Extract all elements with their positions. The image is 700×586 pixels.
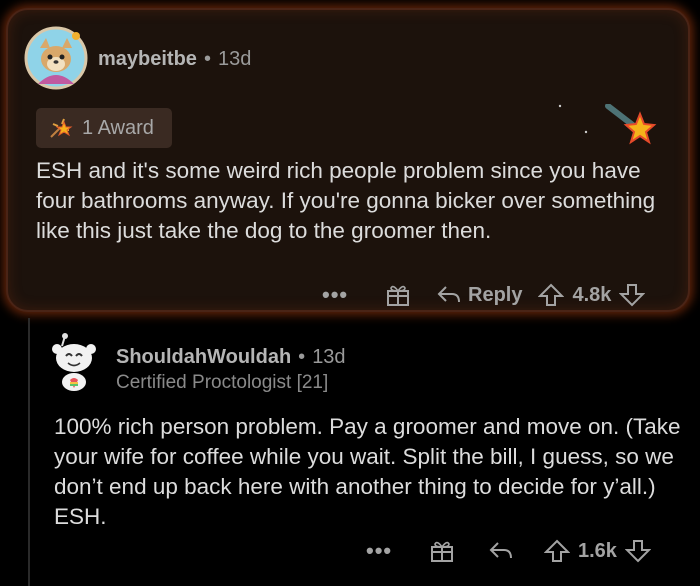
separator-dot: • [203, 48, 211, 70]
username[interactable]: ShouldahWouldah [116, 346, 291, 369]
reply-icon[interactable] [488, 540, 514, 562]
award-icon [50, 118, 73, 138]
score: 4.8k [572, 283, 612, 306]
more-options-button[interactable]: ••• [366, 538, 412, 564]
comment-age: 13d [217, 48, 252, 70]
separator-dot: • [298, 346, 306, 368]
upvote-icon[interactable] [538, 283, 565, 307]
star-sparkle-icon [558, 104, 657, 145]
reply-label: Reply [468, 283, 523, 306]
comment-age: 13d [312, 346, 346, 368]
user-flair: Certified Proctologist [21] [116, 372, 329, 393]
gift-icon[interactable] [428, 538, 456, 564]
thread-line[interactable] [28, 318, 30, 586]
downvote-icon[interactable] [619, 283, 646, 307]
comment-body: 100% rich person problem. Pay a groomer … [54, 414, 681, 529]
reply-icon [437, 286, 460, 303]
username[interactable]: maybeitbe [98, 48, 197, 71]
comment-meta: maybeitbe • 13d [98, 48, 251, 71]
comment-body: ESH and it's some weird rich people prob… [36, 158, 656, 243]
award-badge[interactable]: 1 Award [36, 108, 172, 148]
comment-actions: ••• 1.6k [366, 538, 651, 564]
score: 1.6k [578, 539, 617, 562]
user-avatar[interactable] [46, 332, 102, 392]
more-options-button[interactable]: ••• [322, 282, 370, 308]
award-label: 1 Award [82, 116, 154, 139]
reply-button[interactable]: Reply [436, 284, 522, 307]
upvote-icon[interactable] [544, 539, 570, 563]
downvote-icon[interactable] [624, 539, 651, 563]
comment-actions: ••• Reply 4.8k [322, 282, 646, 308]
highlighted-comment-card: maybeitbe • 13d 1 Award ESH and it's som… [6, 8, 690, 312]
comment-meta: ShouldahWouldah • 13d [116, 346, 346, 369]
user-avatar[interactable] [24, 26, 88, 90]
gift-icon[interactable] [384, 282, 412, 308]
